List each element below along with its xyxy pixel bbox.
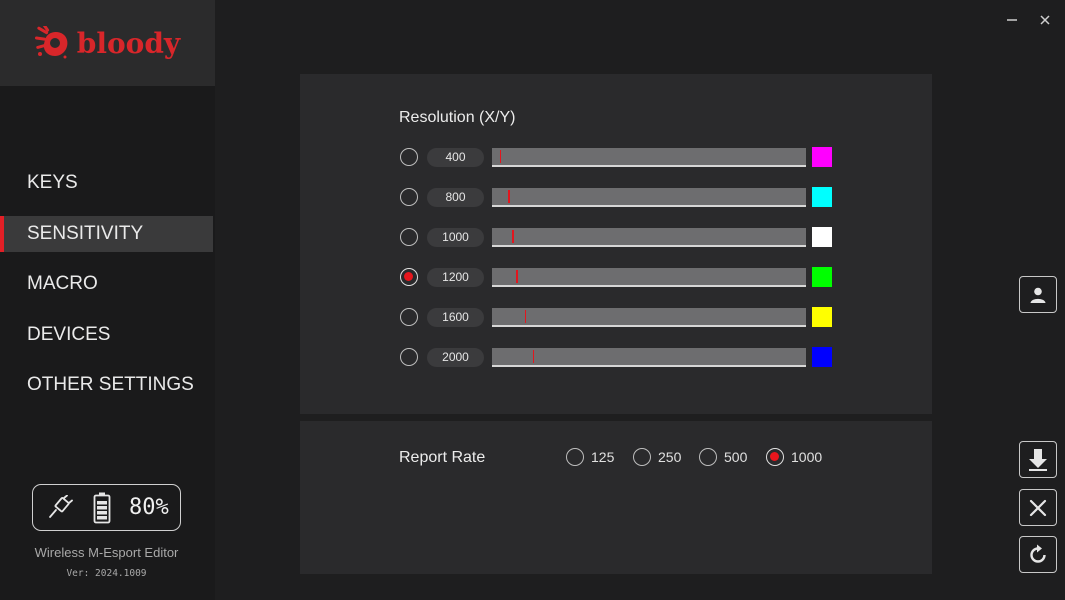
battery-status: 80% bbox=[32, 484, 181, 531]
slider-marker[interactable] bbox=[499, 150, 502, 163]
dpi-value[interactable]: 2000 bbox=[427, 348, 484, 367]
brand-logo: bloody bbox=[0, 0, 215, 86]
report-rate-value: 1000 bbox=[791, 449, 823, 465]
sidebar-nav: KEYS SENSITIVITY MACRO DEVICES OTHER SET… bbox=[0, 165, 215, 418]
slider-marker[interactable] bbox=[512, 230, 514, 243]
dpi-value[interactable]: 1000 bbox=[427, 228, 484, 247]
close-icon bbox=[1029, 499, 1047, 516]
profile-button[interactable] bbox=[1019, 276, 1057, 313]
dpi-color-swatch[interactable] bbox=[812, 187, 832, 207]
dpi-radio[interactable] bbox=[400, 348, 418, 366]
download-icon bbox=[1029, 448, 1047, 471]
slider-marker[interactable] bbox=[516, 270, 518, 283]
dpi-radio[interactable] bbox=[400, 188, 418, 206]
dpi-color-swatch[interactable] bbox=[812, 227, 832, 247]
logo-text: bloody bbox=[76, 26, 181, 60]
battery-icon bbox=[93, 492, 111, 523]
dpi-row: 1200 bbox=[400, 267, 840, 288]
sidebar-item-other-settings[interactable]: OTHER SETTINGS bbox=[0, 367, 215, 403]
report-rate-value: 250 bbox=[658, 449, 682, 465]
slider-marker[interactable] bbox=[532, 350, 535, 363]
profile-icon bbox=[1030, 287, 1046, 303]
sidebar-item-macro[interactable]: MACRO bbox=[0, 266, 215, 302]
dpi-color-swatch[interactable] bbox=[812, 347, 832, 367]
dpi-color-swatch[interactable] bbox=[812, 307, 832, 327]
sidebar-item-label: DEVICES bbox=[27, 323, 111, 345]
resolution-panel: Resolution (X/Y) 400 800 1000 1200 1600 … bbox=[300, 74, 932, 414]
dpi-color-swatch[interactable] bbox=[812, 267, 832, 287]
report-rate-label: Report Rate bbox=[399, 449, 486, 466]
dpi-radio[interactable] bbox=[400, 268, 418, 286]
slider-marker[interactable] bbox=[508, 190, 510, 203]
dpi-row: 1600 bbox=[400, 307, 840, 328]
sidebar-item-devices[interactable]: DEVICES bbox=[0, 317, 215, 353]
dpi-value[interactable]: 1200 bbox=[427, 268, 484, 287]
sidebar-item-sensitivity[interactable]: SENSITIVITY bbox=[0, 215, 213, 252]
dpi-radio[interactable] bbox=[400, 148, 418, 166]
dpi-slider[interactable] bbox=[492, 148, 806, 167]
dpi-slider[interactable] bbox=[492, 348, 806, 367]
dpi-row: 2000 bbox=[400, 347, 840, 368]
sidebar-item-label: MACRO bbox=[27, 273, 98, 294]
minimize-icon bbox=[1007, 19, 1017, 21]
wired-plug-icon bbox=[49, 494, 73, 518]
dpi-color-swatch[interactable] bbox=[812, 147, 832, 167]
dpi-row: 400 bbox=[400, 147, 840, 168]
battery-percent: 80% bbox=[129, 495, 169, 520]
sidebar-item-keys[interactable]: KEYS bbox=[0, 165, 215, 201]
dpi-slider[interactable] bbox=[492, 188, 806, 207]
slider-marker[interactable] bbox=[524, 310, 527, 323]
dpi-row: 800 bbox=[400, 187, 840, 208]
report-rate-panel: Report Rate 125 250 500 1000 bbox=[300, 421, 932, 574]
sidebar-item-label: SENSITIVITY bbox=[27, 222, 144, 244]
app-version: Ver: 2024.1009 bbox=[66, 568, 147, 579]
sidebar-item-label: KEYS bbox=[27, 172, 78, 193]
close-icon bbox=[1040, 15, 1050, 25]
dpi-slider[interactable] bbox=[492, 308, 806, 327]
report-rate-radio[interactable] bbox=[766, 448, 784, 466]
dpi-value[interactable]: 400 bbox=[427, 148, 484, 167]
report-rate-radio[interactable] bbox=[633, 448, 651, 466]
dpi-slider[interactable] bbox=[492, 268, 806, 287]
dpi-value[interactable]: 1600 bbox=[427, 308, 484, 327]
dpi-slider[interactable] bbox=[492, 228, 806, 247]
resolution-title: Resolution (X/Y) bbox=[399, 109, 516, 126]
download-button[interactable] bbox=[1019, 441, 1057, 478]
dpi-row: 1000 bbox=[400, 227, 840, 248]
close-window-button[interactable] bbox=[1035, 10, 1055, 30]
dpi-radio[interactable] bbox=[400, 308, 418, 326]
refresh-button[interactable] bbox=[1019, 536, 1057, 573]
sidebar-item-label: OTHER SETTINGS bbox=[27, 374, 194, 395]
app-name: Wireless M-Esport Editor bbox=[34, 545, 179, 560]
report-rate-radio[interactable] bbox=[566, 448, 584, 466]
report-rate-value: 500 bbox=[724, 449, 748, 465]
report-rate-radio[interactable] bbox=[699, 448, 717, 466]
sidebar: bloody KEYS SENSITIVITY MACRO DEVICES OT… bbox=[0, 0, 215, 600]
reset-button[interactable] bbox=[1019, 489, 1057, 526]
dpi-value[interactable]: 800 bbox=[427, 188, 484, 207]
minimize-button[interactable] bbox=[1002, 10, 1022, 30]
report-rate-value: 125 bbox=[591, 449, 615, 465]
blood-hand-icon bbox=[34, 26, 68, 59]
dpi-radio[interactable] bbox=[400, 228, 418, 246]
refresh-icon bbox=[1030, 544, 1046, 563]
